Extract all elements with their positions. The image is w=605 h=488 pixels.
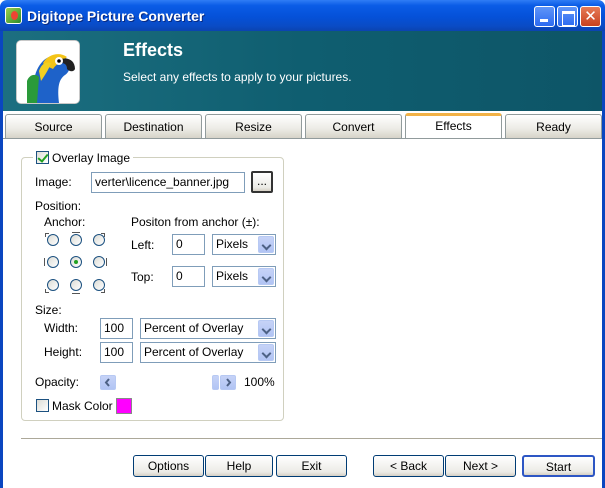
mask-color-swatch[interactable] bbox=[116, 398, 132, 414]
back-button[interactable]: < Back bbox=[373, 455, 444, 477]
overlay-image-label: Overlay Image bbox=[52, 151, 131, 165]
opacity-increase-button[interactable] bbox=[220, 375, 236, 390]
chevron-down-icon[interactable] bbox=[258, 320, 274, 337]
help-button[interactable]: Help bbox=[205, 455, 273, 477]
opacity-label: Opacity: bbox=[35, 375, 80, 389]
opacity-value: 100% bbox=[244, 375, 275, 389]
opacity-decrease-button[interactable] bbox=[100, 375, 116, 390]
maximize-button[interactable] bbox=[557, 6, 578, 27]
mask-color-label: Mask Color bbox=[52, 399, 113, 413]
page-title: Effects bbox=[123, 40, 184, 60]
close-icon: ✕ bbox=[584, 7, 597, 25]
anchor-top-left[interactable] bbox=[47, 234, 59, 246]
image-label: Image: bbox=[35, 175, 72, 189]
left-label: Left: bbox=[131, 238, 155, 252]
parrot-logo bbox=[16, 40, 80, 104]
options-button[interactable]: Options bbox=[133, 455, 204, 477]
mask-color-checkbox[interactable] bbox=[36, 399, 49, 412]
chevron-down-icon[interactable] bbox=[258, 344, 274, 361]
left-unit-value: Pixels bbox=[216, 237, 249, 251]
chevron-down-icon[interactable] bbox=[258, 268, 274, 285]
chevron-left-icon bbox=[104, 378, 110, 387]
tab-destination[interactable]: Destination bbox=[105, 114, 202, 138]
minimize-button[interactable] bbox=[534, 6, 555, 27]
overlay-image-checkbox[interactable] bbox=[36, 151, 49, 164]
top-unit-value: Pixels bbox=[216, 269, 249, 283]
chevron-right-icon bbox=[226, 378, 232, 387]
offset-label: Positon from anchor (±): bbox=[131, 215, 260, 229]
width-unit-value: Percent of Overlay bbox=[144, 321, 244, 335]
height-unit-value: Percent of Overlay bbox=[144, 345, 244, 359]
anchor-edge-bottom bbox=[72, 293, 80, 294]
anchor-bottom-right[interactable] bbox=[93, 279, 105, 291]
width-unit-select[interactable]: Percent of Overlay bbox=[140, 318, 276, 339]
tab-resize[interactable]: Resize bbox=[205, 114, 302, 138]
opacity-slider-thumb[interactable] bbox=[212, 375, 219, 390]
footer-divider bbox=[21, 438, 602, 439]
window-title: Digitope Picture Converter bbox=[27, 8, 205, 24]
tab-ready[interactable]: Ready bbox=[505, 114, 602, 138]
tab-convert[interactable]: Convert bbox=[305, 114, 402, 138]
anchor-edge-right bbox=[106, 258, 107, 266]
height-unit-select[interactable]: Percent of Overlay bbox=[140, 342, 276, 363]
anchor-bottom-left[interactable] bbox=[47, 279, 59, 291]
top-unit-select[interactable]: Pixels bbox=[212, 266, 276, 287]
size-label: Size: bbox=[35, 303, 62, 317]
left-offset-input[interactable]: 0 bbox=[172, 234, 205, 255]
anchor-top-center[interactable] bbox=[70, 234, 82, 246]
anchor-edge-left bbox=[44, 258, 45, 266]
title-bar[interactable]: Digitope Picture Converter ✕ bbox=[0, 0, 605, 31]
app-icon bbox=[5, 7, 22, 24]
width-label: Width: bbox=[44, 321, 79, 335]
opacity-slider-track[interactable] bbox=[117, 376, 219, 389]
anchor-top-right[interactable] bbox=[93, 234, 105, 246]
tab-effects[interactable]: Effects bbox=[405, 113, 502, 138]
browse-button[interactable]: ... bbox=[251, 171, 273, 193]
exit-button[interactable]: Exit bbox=[276, 455, 347, 477]
height-label: Height: bbox=[44, 345, 83, 359]
anchor-edge-top bbox=[72, 232, 80, 233]
close-button[interactable]: ✕ bbox=[580, 6, 601, 27]
tab-source[interactable]: Source bbox=[5, 114, 102, 138]
width-input[interactable]: 100 bbox=[100, 318, 133, 339]
chevron-down-icon[interactable] bbox=[258, 236, 274, 253]
left-unit-select[interactable]: Pixels bbox=[212, 234, 276, 255]
anchor-label: Anchor: bbox=[44, 215, 86, 229]
anchor-middle-right[interactable] bbox=[93, 256, 105, 268]
anchor-middle-left[interactable] bbox=[47, 256, 59, 268]
anchor-bottom-center[interactable] bbox=[70, 279, 82, 291]
height-input[interactable]: 100 bbox=[100, 342, 133, 363]
next-button[interactable]: Next > bbox=[445, 455, 516, 477]
start-button[interactable]: Start bbox=[522, 455, 595, 477]
window-frame-left bbox=[0, 111, 3, 488]
tab-divider bbox=[3, 138, 602, 139]
top-offset-input[interactable]: 0 bbox=[172, 266, 205, 287]
page-subtitle: Select any effects to apply to your pict… bbox=[123, 70, 352, 84]
top-label: Top: bbox=[131, 270, 154, 284]
position-label: Position: bbox=[35, 199, 82, 213]
image-path-field[interactable]: verter\licence_banner.jpg bbox=[91, 172, 245, 193]
anchor-center[interactable] bbox=[70, 256, 82, 268]
